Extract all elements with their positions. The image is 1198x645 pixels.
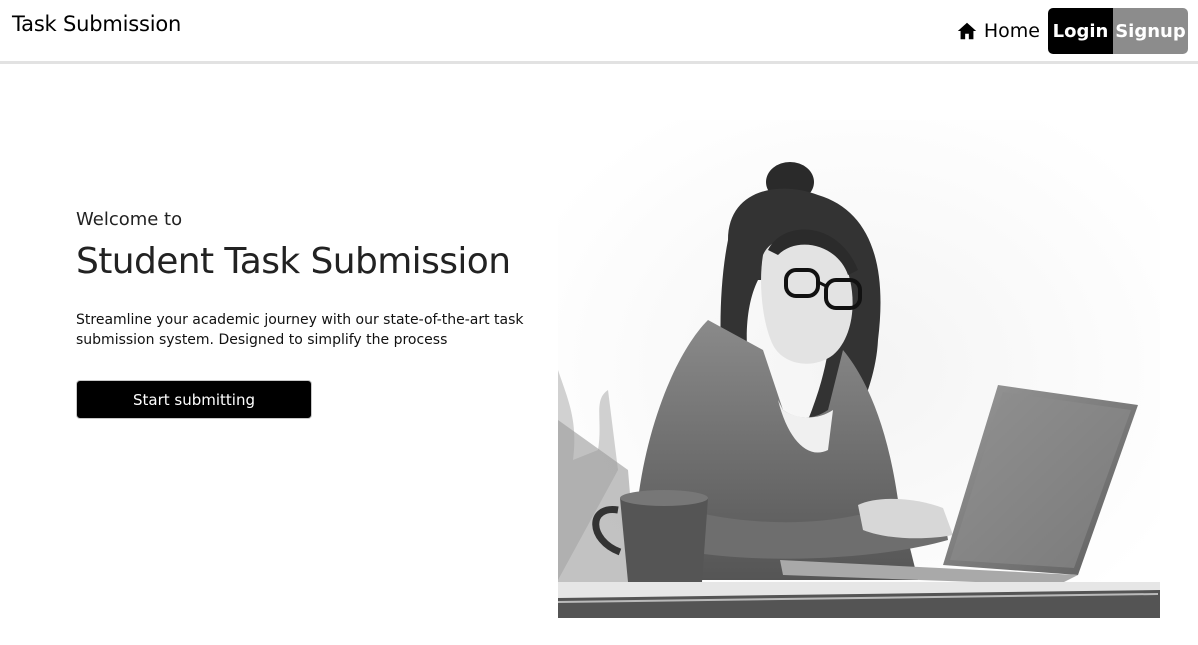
student-laptop-illustration — [558, 120, 1160, 618]
brand-title[interactable]: Task Submission — [12, 12, 181, 36]
navbar: Task Submission Home Login Signup — [0, 0, 1198, 64]
hero-description: Streamline your academic journey with ou… — [76, 312, 524, 348]
nav-actions: Home Login Signup — [956, 8, 1188, 54]
home-link[interactable]: Home — [956, 20, 1040, 42]
signup-button[interactable]: Signup — [1113, 8, 1188, 54]
home-label: Home — [983, 20, 1040, 42]
hero-title: Student Task Submission — [76, 241, 511, 282]
login-button[interactable]: Login — [1048, 8, 1113, 54]
home-icon — [957, 22, 977, 40]
auth-buttons: Login Signup — [1048, 8, 1188, 54]
welcome-text: Welcome to — [76, 209, 183, 230]
start-submitting-button[interactable]: Start submitting — [76, 380, 312, 419]
hero-section: Welcome to Student Task Submission Strea… — [76, 209, 546, 350]
